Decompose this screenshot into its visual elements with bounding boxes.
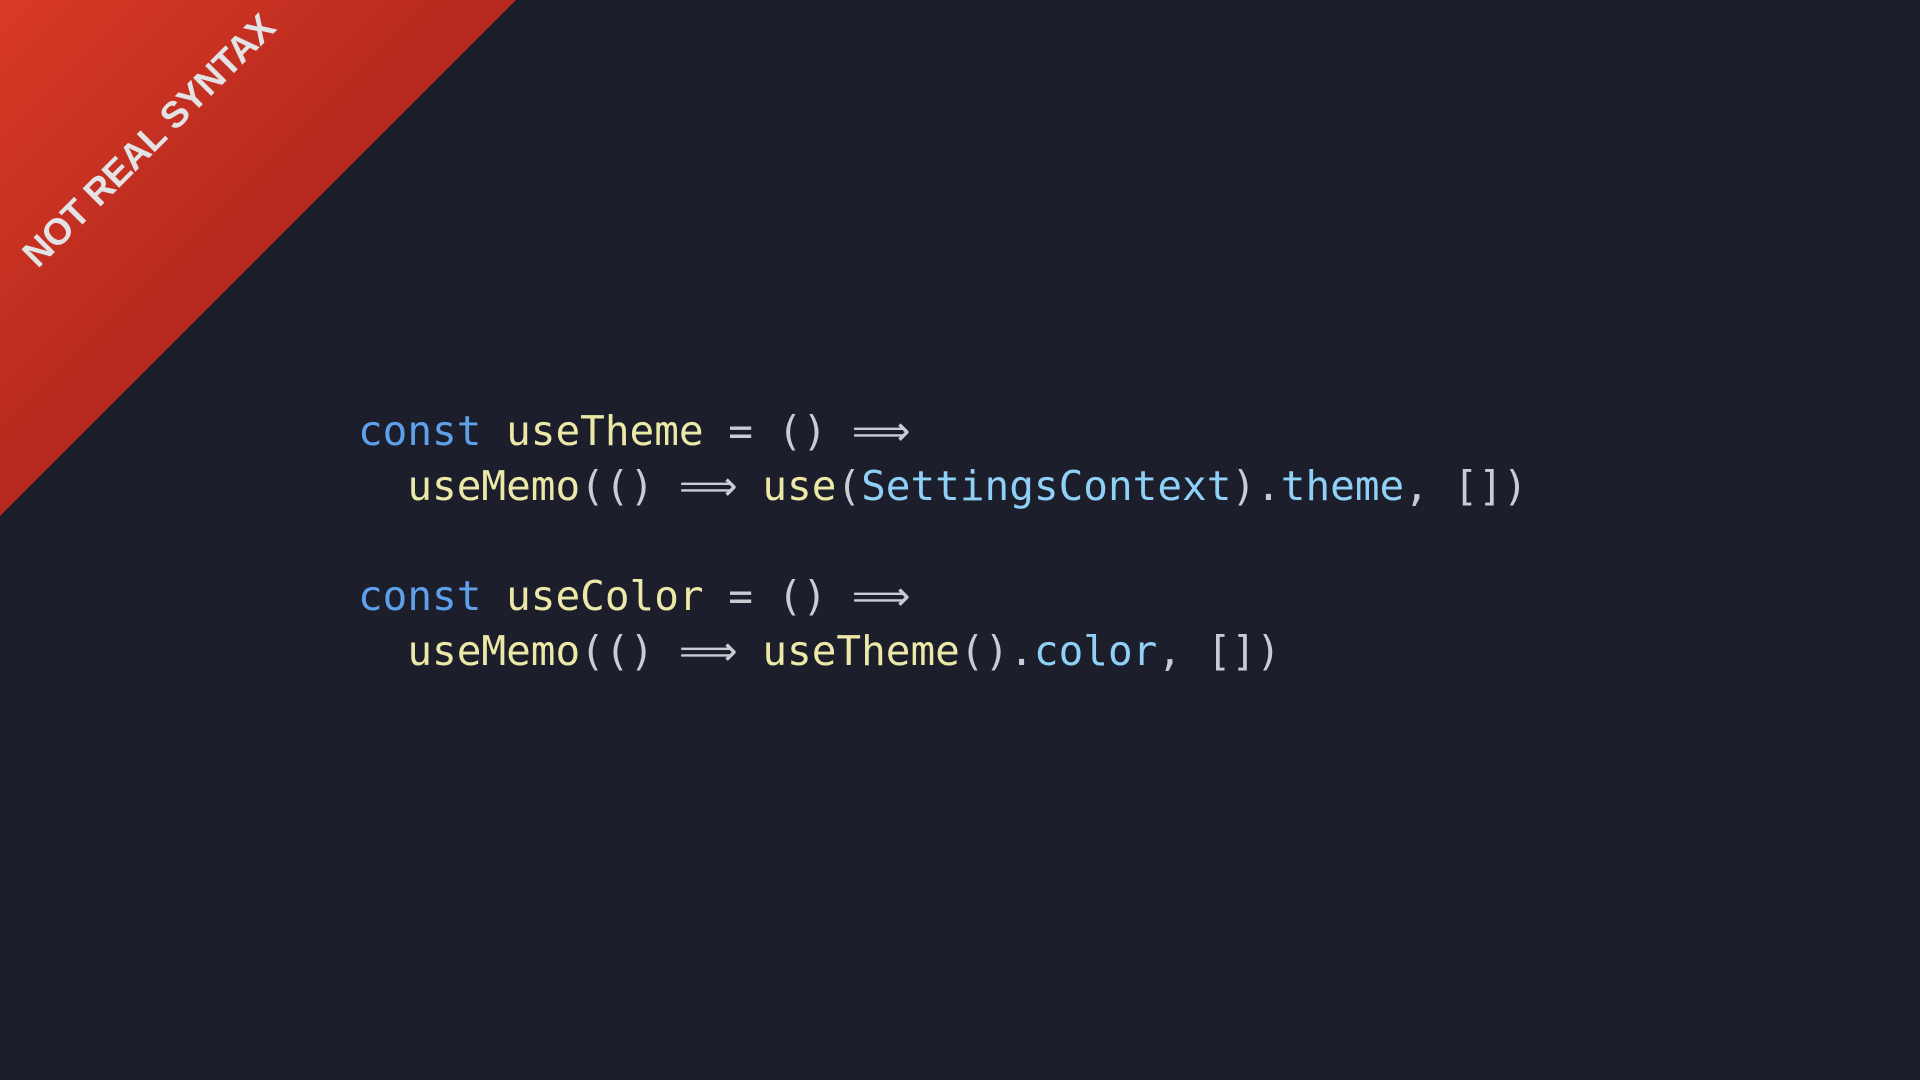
- code-token-punc: , []): [1404, 462, 1528, 510]
- code-token-punc: (() ⟹: [580, 627, 763, 675]
- code-token-fn: useMemo: [407, 462, 581, 510]
- code-token-fn: useTheme: [762, 627, 960, 675]
- code-token-fn: use: [762, 462, 837, 510]
- code-token-punc: (: [836, 462, 862, 510]
- code-token-prop: theme: [1280, 462, 1405, 510]
- slide: NOT REAL SYNTAX const useTheme = () ⟹ us…: [0, 0, 1920, 1080]
- code-token-prop: color: [1033, 627, 1158, 675]
- code-line: useMemo(() ⟹ useTheme().color, []): [358, 624, 1528, 679]
- code-token-punc: ).: [1231, 462, 1281, 510]
- code-token-punc: [358, 627, 407, 675]
- code-token-kw: const: [358, 407, 482, 455]
- code-line: const useTheme = () ⟹: [358, 404, 1528, 459]
- code-token-fn: useMemo: [407, 627, 581, 675]
- code-token-punc: ().: [959, 627, 1034, 675]
- code-token-punc: = () ⟹: [703, 407, 911, 455]
- code-line: const useColor = () ⟹: [358, 569, 1528, 624]
- code-token-punc: [481, 572, 506, 620]
- code-token-prop: SettingsContext: [861, 462, 1232, 510]
- code-token-fn: useTheme: [506, 407, 704, 455]
- code-line: useMemo(() ⟹ use(SettingsContext).theme,…: [358, 459, 1528, 514]
- code-block: const useTheme = () ⟹ useMemo(() ⟹ use(S…: [358, 404, 1528, 679]
- code-token-punc: [358, 462, 407, 510]
- code-token-kw: const: [358, 572, 482, 620]
- code-token-punc: [481, 407, 506, 455]
- code-token-punc: = () ⟹: [703, 572, 911, 620]
- code-token-punc: , []): [1157, 627, 1281, 675]
- code-token-fn: useColor: [506, 572, 704, 620]
- code-token-punc: (() ⟹: [580, 462, 763, 510]
